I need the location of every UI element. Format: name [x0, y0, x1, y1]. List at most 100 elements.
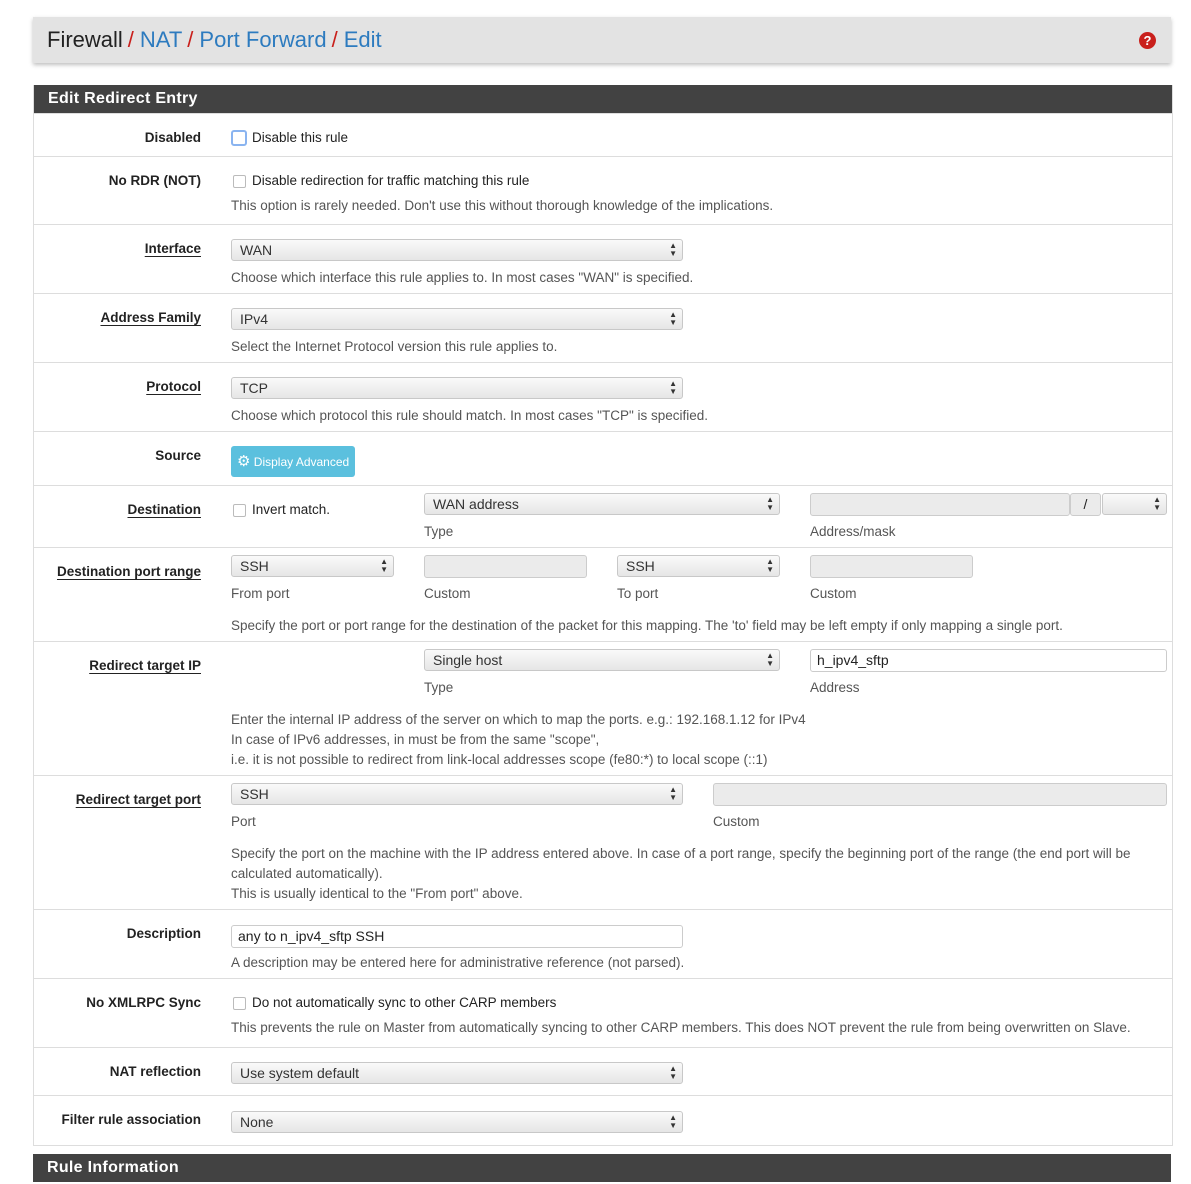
- to-port-value: SSH: [626, 558, 655, 574]
- invert-match-label: Invert match.: [252, 502, 331, 517]
- no-xmlrpc-label: Do not automatically sync to other CARP …: [252, 995, 557, 1010]
- label-destination-port-range: Destination port range: [56, 564, 201, 579]
- label-no-xmlrpc-sync: No XMLRPC Sync: [86, 995, 201, 1010]
- breadcrumb: Firewall / NAT / Port Forward / Edit: [47, 27, 382, 53]
- redirect-address-input[interactable]: h_ipv4_sftp: [810, 649, 1167, 672]
- from-port-value: SSH: [240, 558, 269, 574]
- nat-reflection-value: Use system default: [240, 1065, 360, 1081]
- redirect-port-value: SSH: [240, 786, 269, 802]
- redirect-ip-help: Enter the internal IP address of the ser…: [231, 712, 806, 727]
- label-source: Source: [155, 448, 201, 463]
- row-address-family: Address Family IPv4 ▲ ▼ Select the Interne…: [34, 293, 1172, 362]
- from-port-label: From port: [231, 586, 290, 601]
- redirect-type-value: Single host: [433, 652, 503, 668]
- display-advanced-label: Display Advanced: [253, 455, 350, 469]
- no-xmlrpc-checkbox[interactable]: [233, 997, 246, 1010]
- label-redirect-target-ip: Redirect target IP: [89, 658, 201, 673]
- select-arrows-icon: ▲ ▼: [669, 379, 677, 396]
- filter-rule-value: None: [240, 1114, 274, 1130]
- select-arrows-icon: ▲ ▼: [669, 785, 677, 802]
- protocol-value: TCP: [240, 380, 268, 396]
- display-advanced-button[interactable]: ⚙ Display Advanced: [231, 446, 356, 477]
- breadcrumb-port-forward[interactable]: Port Forward: [199, 27, 326, 52]
- select-arrows-icon: ▲ ▼: [669, 241, 677, 258]
- row-description: Description any to n_ipv4_sftp SSH A des…: [34, 909, 1172, 978]
- breadcrumb-edit[interactable]: Edit: [344, 27, 382, 52]
- interface-select[interactable]: WAN ▲ ▼: [231, 239, 683, 261]
- redirect-ip-help: i.e. it is not possible to redirect from…: [231, 752, 768, 767]
- description-input[interactable]: any to n_ipv4_sftp SSH: [231, 925, 683, 948]
- destination-type-select[interactable]: WAN address ▲ ▼: [424, 493, 780, 515]
- filter-rule-select[interactable]: None ▲ ▼: [231, 1111, 683, 1133]
- label-nat-reflection: NAT reflection: [109, 1064, 201, 1079]
- row-no-xmlrpc-sync: No XMLRPC Sync Do not automatically sync…: [34, 978, 1172, 1047]
- redirect-port-select[interactable]: SSH ▲ ▼: [231, 783, 683, 805]
- no-rdr-label: Disable redirection for traffic matching…: [252, 173, 530, 188]
- destination-address-input[interactable]: [810, 493, 1070, 516]
- label-protocol: Protocol: [146, 379, 201, 394]
- label-disabled: Disabled: [144, 130, 201, 145]
- address-mask-label: Address/mask: [810, 524, 896, 539]
- redirect-port-help: Specify the port on the machine with the…: [231, 846, 1131, 861]
- disable-rule-checkbox[interactable]: [231, 130, 247, 146]
- row-no-rdr: No RDR (NOT) Disable redirection for tra…: [34, 156, 1172, 224]
- row-destination: Destination Invert match. WAN address ▲ ▼ …: [34, 485, 1172, 547]
- no-rdr-checkbox[interactable]: [233, 175, 246, 188]
- gear-icon: ⚙: [237, 453, 251, 470]
- question-circle-icon[interactable]: ?: [1139, 32, 1156, 49]
- no-xmlrpc-help: This prevents the rule on Master from au…: [231, 1020, 1131, 1035]
- edit-redirect-panel: Edit Redirect Entry Disabled Disable thi…: [33, 85, 1173, 1146]
- from-custom-label: Custom: [424, 586, 471, 601]
- panel-title: Edit Redirect Entry: [34, 85, 1172, 113]
- destination-type-label: Type: [424, 524, 454, 539]
- to-custom-label: Custom: [810, 586, 857, 601]
- row-nat-reflection: NAT reflection Use system default ▲ ▼: [34, 1047, 1172, 1095]
- redirect-port-help: calculated automatically).: [231, 866, 383, 881]
- redirect-port-custom-input[interactable]: [713, 783, 1167, 806]
- redirect-type-select[interactable]: Single host ▲ ▼: [424, 649, 780, 671]
- redirect-address-label: Address: [810, 680, 860, 695]
- redirect-port-help: This is usually identical to the "From p…: [231, 886, 523, 901]
- invert-match-checkbox[interactable]: [233, 504, 246, 517]
- address-family-select[interactable]: IPv4 ▲ ▼: [231, 308, 683, 330]
- redirect-custom-label: Custom: [713, 814, 760, 829]
- row-interface: Interface WAN ▲ ▼ Choose which interface t…: [34, 224, 1172, 293]
- destination-port-help: Specify the port or port range for the d…: [231, 618, 1063, 633]
- redirect-ip-help: In case of IPv6 addresses, in must be fr…: [231, 732, 600, 747]
- label-description: Description: [126, 926, 201, 941]
- interface-value: WAN: [240, 242, 273, 258]
- label-interface: Interface: [144, 241, 201, 256]
- row-redirect-target-port: Redirect target port SSH ▲ ▼ Port Custom S…: [34, 775, 1172, 909]
- redirect-type-label: Type: [424, 680, 454, 695]
- row-source: Source ⚙ Display Advanced: [34, 431, 1172, 485]
- from-port-custom-input[interactable]: [424, 555, 587, 578]
- select-arrows-icon: ▲ ▼: [1153, 495, 1161, 512]
- select-arrows-icon: ▲ ▼: [766, 557, 774, 574]
- protocol-select[interactable]: TCP ▲ ▼: [231, 377, 683, 399]
- no-rdr-help: This option is rarely needed. Don't use …: [231, 198, 774, 213]
- from-port-select[interactable]: SSH ▲ ▼: [231, 555, 394, 577]
- disable-rule-label: Disable this rule: [252, 130, 349, 145]
- destination-mask-select[interactable]: ▲ ▼: [1102, 493, 1167, 515]
- select-arrows-icon: ▲ ▼: [669, 1064, 677, 1081]
- label-redirect-target-port: Redirect target port: [75, 792, 201, 807]
- description-help: A description may be entered here for ad…: [231, 955, 685, 970]
- row-protocol: Protocol TCP ▲ ▼ Choose which protocol thi…: [34, 362, 1172, 431]
- redirect-port-label: Port: [231, 814, 256, 829]
- breadcrumb-separator: /: [127, 27, 134, 52]
- destination-type-value: WAN address: [433, 496, 519, 512]
- row-disabled: Disabled Disable this rule: [34, 113, 1172, 156]
- nat-reflection-select[interactable]: Use system default ▲ ▼: [231, 1062, 683, 1084]
- row-destination-port-range: Destination port range SSH ▲ ▼ SSH ▲ ▼ From …: [34, 547, 1172, 641]
- breadcrumb-nat[interactable]: NAT: [140, 27, 182, 52]
- to-port-select[interactable]: SSH ▲ ▼: [617, 555, 780, 577]
- label-address-family: Address Family: [100, 310, 201, 325]
- breadcrumb-firewall: Firewall: [47, 27, 123, 52]
- interface-help: Choose which interface this rule applies…: [231, 270, 694, 285]
- select-arrows-icon: ▲ ▼: [669, 310, 677, 327]
- to-port-label: To port: [617, 586, 659, 601]
- label-filter-rule-association: Filter rule association: [61, 1112, 201, 1127]
- to-port-custom-input[interactable]: [810, 555, 973, 578]
- label-destination: Destination: [127, 502, 201, 517]
- label-no-rdr: No RDR (NOT): [108, 173, 201, 188]
